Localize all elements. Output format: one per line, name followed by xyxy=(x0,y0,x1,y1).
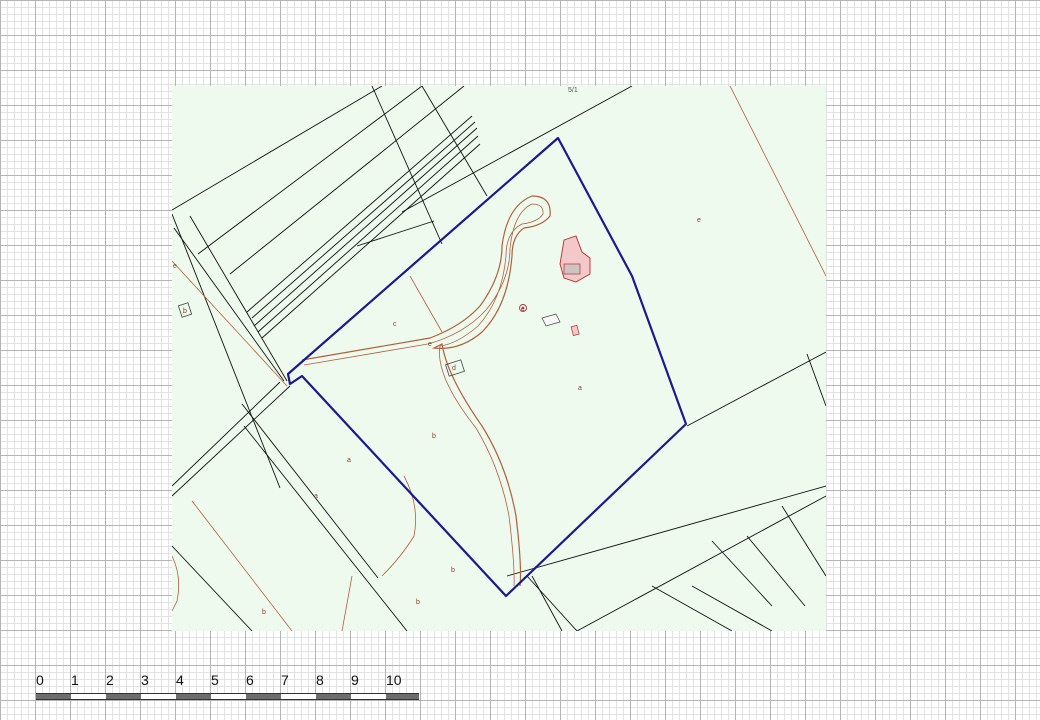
scale-bar-bottom-line xyxy=(36,699,419,700)
scale-segment xyxy=(176,694,211,699)
parcel-label-c: c xyxy=(393,321,397,328)
scale-tick-5: 5 xyxy=(211,672,219,688)
scale-tick-1: 1 xyxy=(71,672,79,688)
parcel-label-e: e xyxy=(428,341,432,348)
parcel-label-e: e xyxy=(697,217,701,224)
parcel-label-b: b xyxy=(183,308,187,315)
scale-segment xyxy=(316,694,351,699)
parcel-label-b: b xyxy=(432,433,436,440)
scale-segment xyxy=(36,694,71,699)
scale-tick-8: 8 xyxy=(316,672,324,688)
parcel-label-a: a xyxy=(578,385,582,392)
scale-segment xyxy=(281,694,316,699)
scale-segment xyxy=(351,694,386,699)
parcel-label-a: a xyxy=(347,457,351,464)
scale-segment xyxy=(386,694,419,699)
scale-segment xyxy=(106,694,141,699)
scale-segment xyxy=(211,694,246,699)
parcel-label-b: b xyxy=(416,599,420,606)
parcel-label-a: a xyxy=(314,493,318,500)
scale-tick-10: 10 xyxy=(386,672,402,688)
parcel-label-b: b xyxy=(451,567,455,574)
scale-segment xyxy=(71,694,106,699)
scale-tick-9: 9 xyxy=(351,672,359,688)
map-canvas: a a a b b b b b c d e e e c 5/1 xyxy=(172,86,826,631)
scale-tick-0: 0 xyxy=(36,672,44,688)
scale-tick-3: 3 xyxy=(141,672,149,688)
scale-segment xyxy=(246,694,281,699)
parcel-label-d: d xyxy=(452,365,456,372)
scale-tick-2: 2 xyxy=(106,672,114,688)
parcel-label-b: b xyxy=(262,609,266,616)
cadastral-map[interactable]: a a a b b b b b c d e e e c 5/1 xyxy=(172,86,826,631)
building-wing xyxy=(563,263,581,275)
scale-tick-6: 6 xyxy=(246,672,254,688)
scale-tick-7: 7 xyxy=(281,672,289,688)
scale-bar: 0 1 2 3 4 5 6 7 8 9 10 xyxy=(34,672,424,702)
parcel-label-c: c xyxy=(521,306,525,313)
parcel-label-e: e xyxy=(173,263,177,270)
scale-tick-4: 4 xyxy=(176,672,184,688)
scale-segment xyxy=(141,694,176,699)
road-number-label: 5/1 xyxy=(568,87,578,94)
